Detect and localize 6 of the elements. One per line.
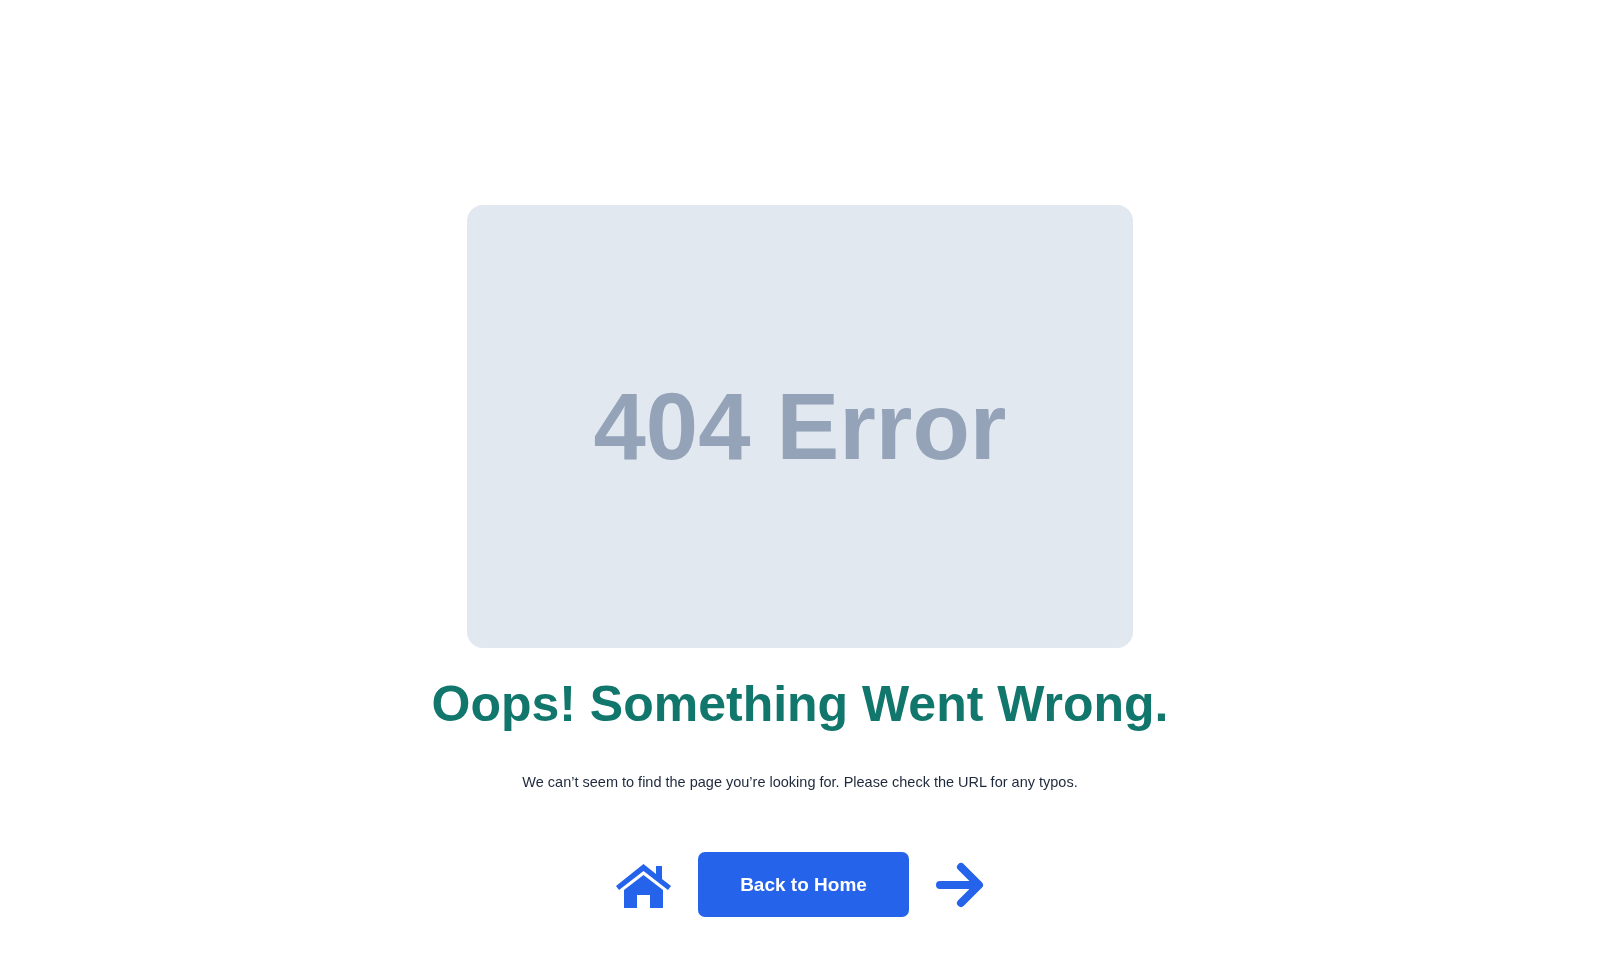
error-code-text: 404 Error	[593, 372, 1007, 481]
arrow-right-icon	[935, 860, 985, 909]
home-icon	[615, 861, 672, 908]
error-heading: Oops! Something Went Wrong.	[431, 675, 1169, 734]
error-message: We can’t seem to find the page you’re looking for. Please check the URL for any typos.	[522, 774, 1078, 790]
back-to-home-button[interactable]: Back to Home	[698, 852, 909, 917]
